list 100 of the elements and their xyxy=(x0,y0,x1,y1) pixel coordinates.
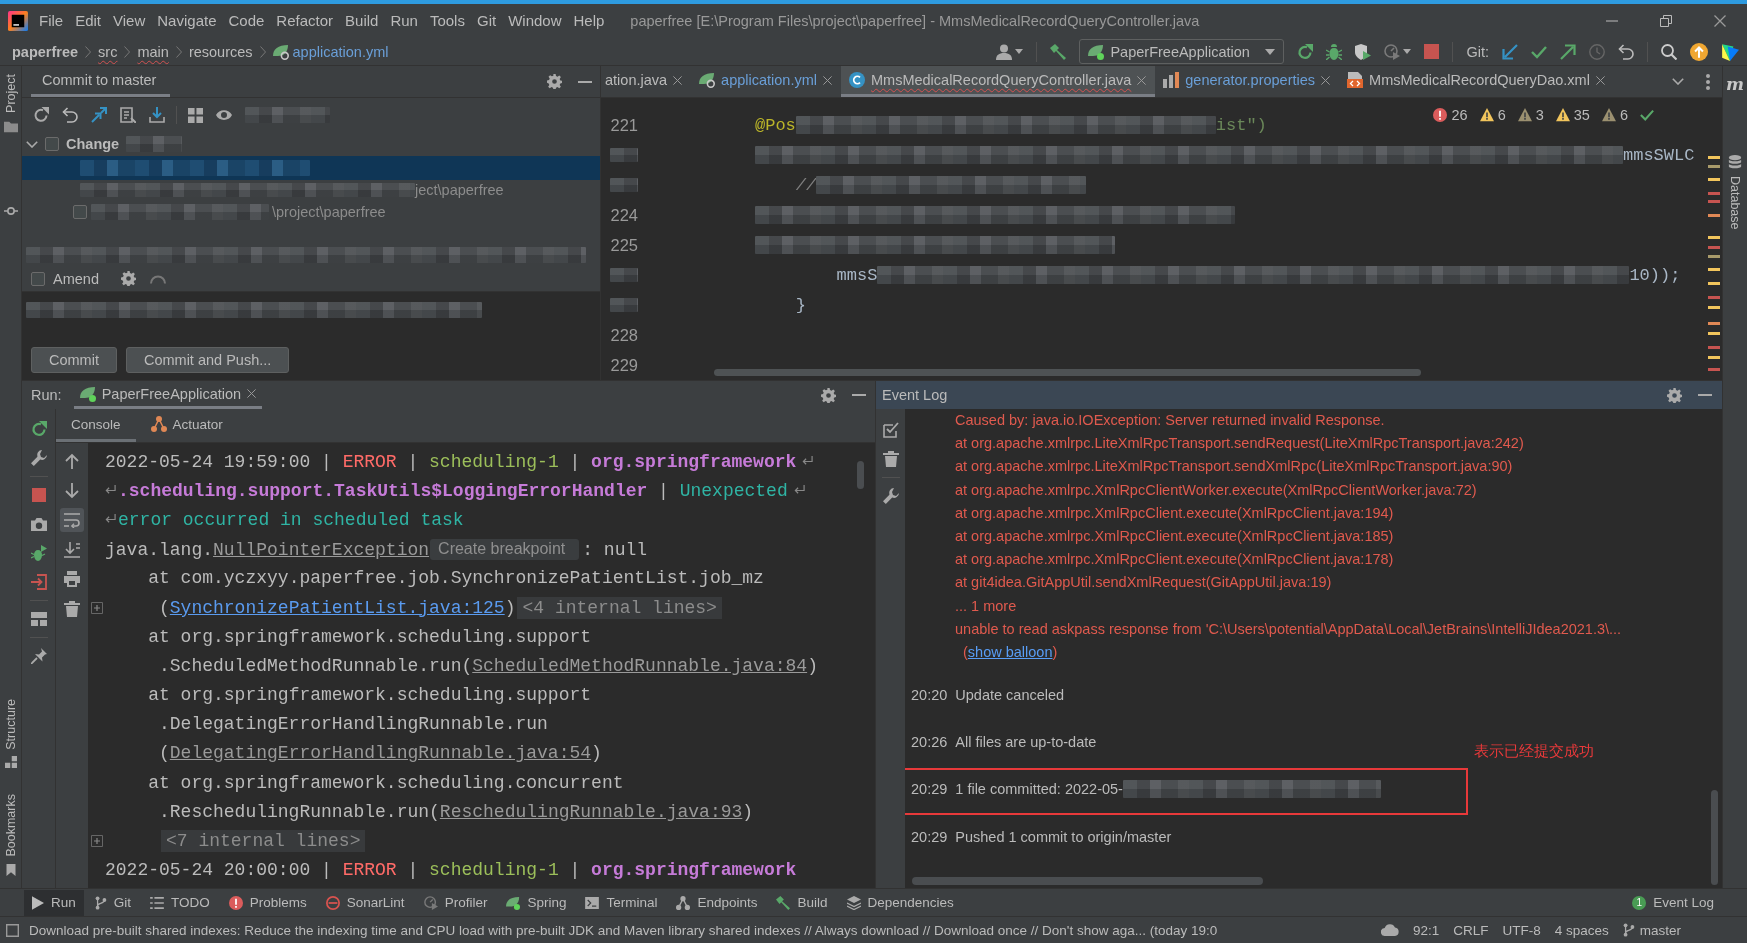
status-widget[interactable]: 92:1 xyxy=(1412,922,1440,938)
eye-icon[interactable] xyxy=(216,107,232,123)
editor-tab[interactable]: generator.properties xyxy=(1155,66,1340,97)
arrow-down-to-line-icon[interactable] xyxy=(64,541,80,558)
rerun-icon[interactable] xyxy=(1297,43,1314,60)
arrows-icon[interactable] xyxy=(91,107,107,123)
status-widget[interactable]: UTF-8 xyxy=(1502,922,1541,938)
triangle-logo-icon[interactable] xyxy=(1721,42,1739,61)
close-icon[interactable] xyxy=(247,389,257,398)
tool-window-button[interactable]: Endpoints xyxy=(668,889,766,916)
gauge-icon[interactable] xyxy=(1384,43,1401,60)
menu-item[interactable]: Code xyxy=(222,10,271,32)
event-link[interactable]: show balloon xyxy=(967,644,1053,661)
arrow-up-icon[interactable] xyxy=(65,453,79,469)
arrow-up-right-icon[interactable] xyxy=(1560,43,1576,60)
tool-window-button[interactable]: Profiler xyxy=(415,889,496,916)
checkbox[interactable] xyxy=(31,271,45,286)
status-widget[interactable]: CRLF xyxy=(1453,922,1489,938)
tool-window-button[interactable]: Terminal xyxy=(577,889,666,916)
menu-item[interactable]: Window xyxy=(502,10,568,32)
checkbox[interactable] xyxy=(73,205,87,219)
undo-icon[interactable] xyxy=(1618,43,1634,60)
stop-icon[interactable] xyxy=(31,488,46,502)
menu-item[interactable]: View xyxy=(107,10,152,32)
tool-window-button[interactable]: Project xyxy=(3,74,18,134)
tool-window-button[interactable]: TODO xyxy=(142,889,218,916)
download-icon[interactable] xyxy=(149,107,165,123)
bug-icon[interactable] xyxy=(1326,43,1343,60)
close-icon[interactable] xyxy=(823,75,832,85)
tool-window-button[interactable]: Bookmarks xyxy=(3,794,18,876)
breadcrumb[interactable]: paperfree xyxy=(12,38,79,65)
console-link[interactable]: ReschedulingRunnable.java:93 xyxy=(439,801,743,822)
close-icon[interactable] xyxy=(1321,75,1331,85)
tree-label[interactable]: Change xyxy=(66,136,120,152)
menu-item[interactable]: Help xyxy=(567,10,611,32)
tree-row[interactable]: \project\paperfree xyxy=(22,200,600,224)
tool-window-button[interactable]: Dependencies xyxy=(838,889,962,916)
commit-and-push-button[interactable]: Commit and Push... xyxy=(125,347,290,373)
expand-icon[interactable] xyxy=(91,835,103,848)
settings-icon[interactable] xyxy=(1667,387,1682,403)
wrench-icon[interactable] xyxy=(882,488,899,504)
camera-icon[interactable] xyxy=(30,517,47,531)
tool-window-button[interactable]: Structure xyxy=(3,698,18,769)
panel-tab[interactable]: Commit to master xyxy=(31,66,171,97)
tool-window-button[interactable]: SonarLint xyxy=(317,889,413,916)
soft-wrap-toggle[interactable] xyxy=(60,508,84,532)
printer-icon[interactable] xyxy=(64,571,80,587)
console-link[interactable]: DelegatingErrorHandlingRunnable.java:54 xyxy=(169,743,592,764)
close-icon[interactable] xyxy=(673,75,683,85)
more-icon[interactable] xyxy=(1706,73,1710,90)
arrow-down-left-icon[interactable] xyxy=(1502,43,1518,60)
tree-row[interactable]: ject\paperfree xyxy=(22,180,600,200)
stop-icon[interactable] xyxy=(1424,44,1440,59)
status-widget[interactable]: 4 spaces xyxy=(1554,922,1609,938)
settings-icon[interactable] xyxy=(547,74,562,89)
folded-lines[interactable]: <4 internal lines> xyxy=(517,596,722,619)
editor-tab[interactable]: MmsMedicalRecordQueryController.java xyxy=(841,66,1156,97)
folded-lines[interactable]: <7 internal lines> xyxy=(161,830,366,853)
menu-item[interactable]: Tools xyxy=(423,10,471,32)
inlay-hint[interactable]: Create breakpoint xyxy=(430,538,580,560)
settings-icon[interactable] xyxy=(120,271,136,286)
tool-window-button[interactable]: Database xyxy=(1728,155,1742,230)
pin-icon[interactable] xyxy=(30,648,47,664)
console-tab[interactable]: Actuator xyxy=(135,409,238,442)
trash-icon[interactable] xyxy=(64,600,80,617)
rerun-icon[interactable] xyxy=(30,421,47,437)
exit-icon[interactable] xyxy=(30,574,47,590)
tool-window-button[interactable]: Run xyxy=(24,889,84,916)
document-icon[interactable] xyxy=(120,107,136,123)
wrench-icon[interactable] xyxy=(30,450,47,466)
chevron-down-icon[interactable] xyxy=(1672,78,1684,85)
run-tab[interactable]: PaperFreeApplication xyxy=(73,381,263,409)
editor-tab[interactable]: MmsMedicalRecordQueryDao.xml xyxy=(1339,66,1614,97)
tool-window-button[interactable]: Git xyxy=(86,889,140,916)
close-icon[interactable] xyxy=(1137,75,1147,85)
trash-icon[interactable] xyxy=(882,451,899,467)
menu-item[interactable]: Run xyxy=(384,10,424,32)
layout-icon[interactable] xyxy=(30,612,47,626)
console-link[interactable]: NullPointerException xyxy=(213,539,430,560)
breadcrumb[interactable]: resources xyxy=(188,38,253,65)
menu-item[interactable]: Navigate xyxy=(151,10,223,32)
menu-item[interactable]: Build xyxy=(339,10,385,32)
breadcrumb[interactable]: main xyxy=(137,38,169,65)
tool-window-button[interactable]: Problems xyxy=(220,889,315,916)
close-icon[interactable] xyxy=(1595,75,1605,85)
arrow-down-icon[interactable] xyxy=(65,482,79,499)
menu-item[interactable]: Edit xyxy=(69,10,108,32)
tool-window-button[interactable]: 1 Event Log xyxy=(1624,889,1722,916)
branch-widget[interactable]: master xyxy=(1622,922,1681,938)
square-icon[interactable] xyxy=(6,923,19,937)
menu-item[interactable]: Refactor xyxy=(270,10,340,32)
breadcrumb[interactable]: src xyxy=(98,38,118,65)
arrow-up-circle-icon[interactable] xyxy=(1690,42,1708,61)
run-config-dropdown[interactable]: PaperFreeApplication xyxy=(1079,39,1285,64)
commit-button[interactable]: Commit xyxy=(31,347,117,373)
settings-icon[interactable] xyxy=(821,387,836,403)
cloud-icon[interactable] xyxy=(1380,924,1399,936)
shield-play-icon[interactable] xyxy=(1355,43,1372,60)
undo-icon[interactable] xyxy=(62,107,78,123)
console-link[interactable]: SynchronizePatientList.java:125 xyxy=(169,597,505,618)
